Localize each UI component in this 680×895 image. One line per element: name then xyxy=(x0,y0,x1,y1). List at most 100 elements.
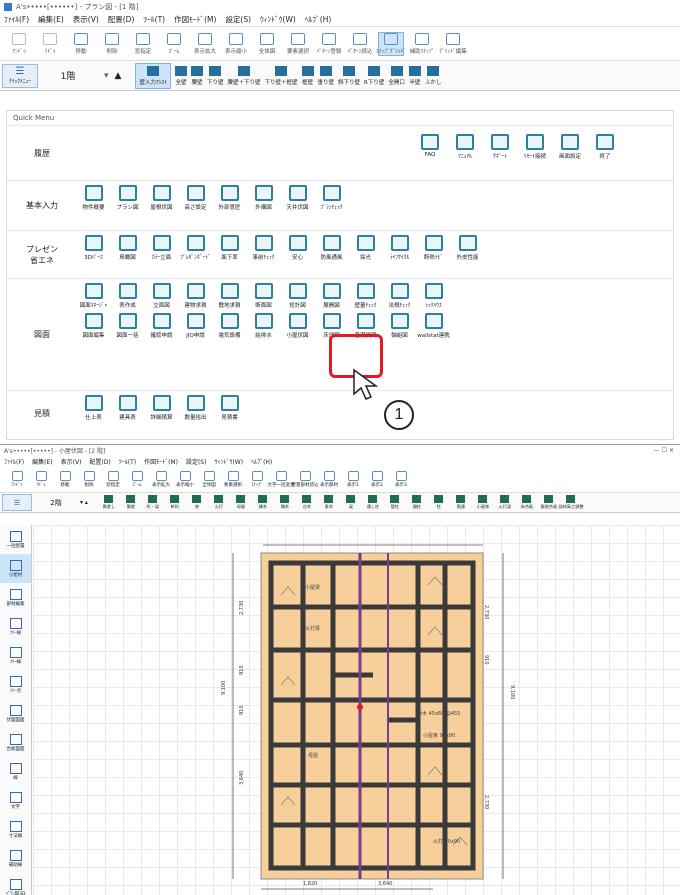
member-button[interactable]: 柱 xyxy=(428,495,450,510)
quick-menu-item[interactable]: ﾏﾆｭｱﾙ xyxy=(448,134,482,160)
quick-menu-item[interactable]: 数量拾出 xyxy=(179,395,212,421)
toolbar-button[interactable]: ｽﾞｰﾑ xyxy=(161,32,187,55)
toolbar-button[interactable]: ｱﾝﾄﾞｩ xyxy=(6,32,32,55)
menu-item[interactable]: 設定(S) xyxy=(186,457,207,466)
member-button[interactable]: 部材高さ調整 xyxy=(558,495,584,510)
member-button[interactable]: 小屋束 xyxy=(472,495,494,510)
quick-menu-item[interactable]: 事前ﾁｪｯｸ xyxy=(247,235,280,261)
toolbar-button[interactable]: 削除 xyxy=(78,471,100,488)
menu-item[interactable]: ｳｨﾝﾄﾞｳ(W) xyxy=(214,457,243,466)
member-button[interactable]: 谷木 xyxy=(296,495,318,510)
toolbar-button[interactable]: 要素選択 xyxy=(285,32,311,55)
wall-button[interactable]: 垂り壁 xyxy=(318,65,334,86)
toolbar-button[interactable]: 表示縮小 xyxy=(223,32,249,55)
toolbar-button[interactable]: 全体図 xyxy=(198,471,220,488)
quick-menu-item[interactable]: 建具表 xyxy=(111,395,144,421)
member-button[interactable]: 棟木 xyxy=(252,495,274,510)
toolbar-button[interactable]: 移動 xyxy=(54,471,76,488)
quick-menu-item[interactable]: 詳細積算 xyxy=(145,395,178,421)
toolbar-button[interactable]: ﾊﾟﾀｰﾝ読込 xyxy=(347,32,373,55)
quick-menu-item[interactable]: ｻﾎﾟｰﾄ xyxy=(483,134,517,160)
quick-menu-item[interactable]: 安心 xyxy=(281,235,314,261)
member-button[interactable]: 垂木 xyxy=(318,495,340,510)
member-button[interactable]: 軒桁 xyxy=(164,495,186,510)
floor-down-icon-2[interactable]: ▾ ▴ xyxy=(80,499,88,506)
toolbar-button[interactable]: 削除 xyxy=(99,32,125,55)
toolbar-button[interactable]: ﾘﾄﾞｩ xyxy=(30,471,52,488)
quick-menu-item[interactable]: 壁量ﾁｪｯｸ xyxy=(349,283,382,309)
quick-menu-item[interactable]: ﾌﾟﾗﾝﾁｪｯｸ xyxy=(315,185,348,211)
member-button[interactable]: 母屋 xyxy=(230,495,252,510)
quick-menu-item[interactable]: 軸組図 xyxy=(383,313,416,339)
side-tool[interactable]: ﾌﾟﾗﾝ図3D xyxy=(0,873,31,895)
member-button[interactable]: 胴差 xyxy=(120,495,142,510)
side-tool[interactable]: 寸法線 xyxy=(0,815,31,844)
drawing-canvas[interactable]: 9,100 9,100 2,730 910 910 3,640 2,730 91… xyxy=(33,525,680,895)
side-tool[interactable]: ﾌﾘｰ線 xyxy=(0,641,31,670)
side-tool[interactable]: 線 xyxy=(0,757,31,786)
member-button[interactable]: 桁・梁 xyxy=(142,495,164,510)
quick-menu-item[interactable]: 仕上表 xyxy=(77,395,110,421)
menu-item[interactable]: ﾌｧｲﾙ(F) xyxy=(4,457,24,466)
wall-button[interactable]: 下り壁＋框壁 xyxy=(265,65,298,86)
toolbar-button[interactable]: 窓指定 xyxy=(102,471,124,488)
quick-menu-item[interactable]: ｼｯｸﾊｳｽ xyxy=(417,283,450,309)
menu-item[interactable]: 設定(S) xyxy=(225,14,251,25)
menu-item[interactable]: 編集(E) xyxy=(32,457,52,466)
member-button[interactable]: 梁 xyxy=(340,495,362,510)
floor-down-icon[interactable]: ▾ xyxy=(104,71,109,81)
menu-item[interactable]: ﾂｰﾙ(T) xyxy=(119,457,136,466)
toolbar-button[interactable]: 表示3 xyxy=(390,471,412,488)
quick-menu-item[interactable]: 展開図 xyxy=(315,283,348,309)
quick-menu-item[interactable]: 断熱ﾅﾋﾞ xyxy=(417,235,450,261)
side-tool[interactable]: 小屋材 xyxy=(0,554,31,583)
quick-menu-item[interactable]: プラン図 xyxy=(111,185,144,211)
quick-menu-item[interactable]: ﾌﾟﾚｾﾞﾝﾎﾞｰﾄﾞ xyxy=(179,235,212,261)
side-tool[interactable]: ﾌﾘｰ点 xyxy=(0,670,31,699)
toolbar-button[interactable]: 壁量部材読込 xyxy=(292,471,319,488)
menu-item[interactable]: 表示(V) xyxy=(61,457,82,466)
menu-item[interactable]: 編集(E) xyxy=(38,14,64,25)
quick-menu-button-2[interactable]: ☰ xyxy=(2,494,32,511)
quick-menu-item[interactable]: 給排水 xyxy=(247,313,280,339)
toolbar-button[interactable]: 表示縮小 xyxy=(174,471,196,488)
floor-selector-2[interactable]: 2階 xyxy=(32,498,80,508)
toolbar-button[interactable]: ｱﾝﾄﾞｩ xyxy=(6,471,28,488)
toolbar-button[interactable]: 全体図 xyxy=(254,32,280,55)
quick-menu-item[interactable]: ｶﾗｰ立面 xyxy=(145,235,178,261)
side-tool[interactable]: 伏図図面 xyxy=(0,699,31,728)
side-tool[interactable]: 文字 xyxy=(0,786,31,815)
quick-menu-item[interactable]: 矩計図 xyxy=(281,283,314,309)
side-tool[interactable]: ﾌﾘｰ線 xyxy=(0,612,31,641)
member-button[interactable]: 管柱 xyxy=(384,495,406,510)
floor-up-icon[interactable]: ▲ xyxy=(115,71,122,81)
side-tool[interactable]: 一括配置 xyxy=(0,525,31,554)
toolbar-button[interactable]: ﾊﾟﾀｰﾝ登録 xyxy=(316,32,342,55)
member-button[interactable]: 通し柱 xyxy=(362,495,384,510)
menu-item[interactable]: ｳｨﾝﾄﾞｳ(W) xyxy=(260,14,296,25)
member-button[interactable]: 隅木 xyxy=(274,495,296,510)
quick-menu-item[interactable]: 図面一括 xyxy=(111,313,144,339)
quick-menu-item[interactable]: 外構図 xyxy=(247,185,280,211)
menu-item[interactable]: 作図ﾓｰﾄﾞ(M) xyxy=(174,14,216,25)
quick-menu-item[interactable]: wallstat連携 xyxy=(417,313,450,339)
quick-menu-item[interactable]: 終了 xyxy=(588,134,622,160)
wall-button[interactable]: 腰壁＋下り壁 xyxy=(227,65,261,86)
quick-menu-item[interactable]: 外部意匠 xyxy=(213,185,246,211)
toolbar-button[interactable]: 窓指定 xyxy=(130,32,156,55)
quick-menu-item[interactable]: 電気設備 xyxy=(213,313,246,339)
wall-button[interactable]: 下り壁 xyxy=(207,65,223,86)
member-button[interactable]: 火打 xyxy=(208,495,230,510)
quick-menu-item[interactable]: 法規ﾁｪｯｸ xyxy=(383,283,416,309)
menu-item[interactable]: ﾍﾙﾌﾟ(H) xyxy=(251,457,272,466)
quick-menu-item[interactable]: 見積書 xyxy=(213,395,246,421)
quick-menu-item[interactable]: 屋根伏図 xyxy=(145,185,178,211)
wall-button[interactable]: 框壁 xyxy=(301,65,314,86)
window-controls[interactable]: — ☐ ✕ xyxy=(654,447,674,454)
toolbar-button[interactable]: 補助ｽﾅｯﾌﾟ xyxy=(409,32,435,55)
quick-menu-item[interactable]: 表作成 xyxy=(111,283,144,309)
quick-menu-item[interactable]: ﾗｲﾌｻｲｸﾙ xyxy=(383,235,416,261)
member-button[interactable]: 床合板 xyxy=(516,495,538,510)
side-tool[interactable]: 補助線 xyxy=(0,844,31,873)
quick-menu-item[interactable]: 立面図 xyxy=(145,283,178,309)
